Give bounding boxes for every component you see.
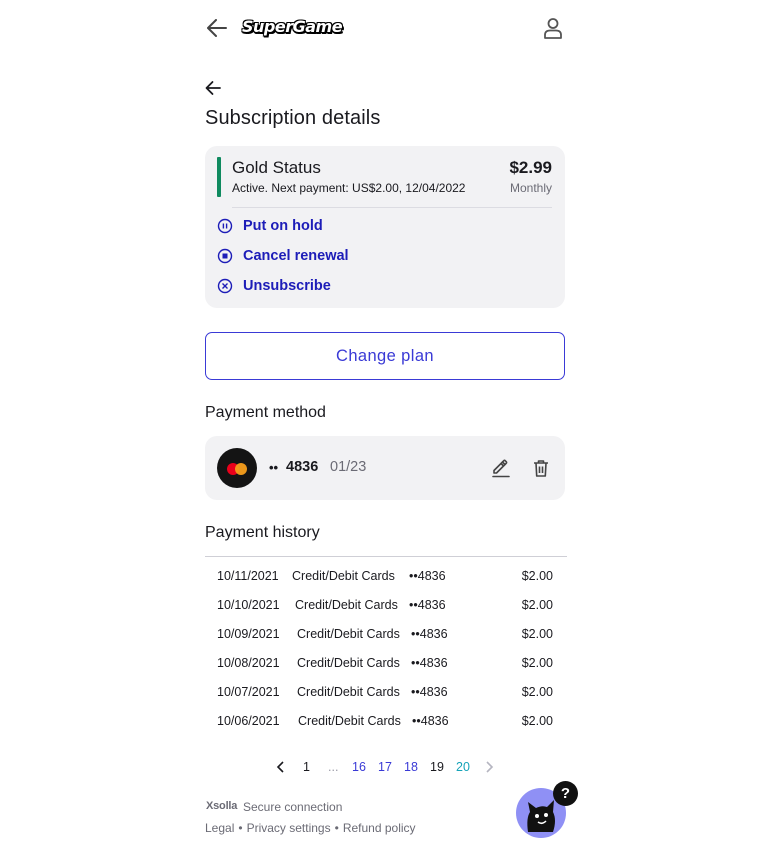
table-row: 10/08/2021 Credit/Debit Cards ••4836 $2.… <box>205 656 565 685</box>
history-method: Credit/Debit Cards <box>297 627 400 641</box>
pencil-icon <box>492 459 510 478</box>
page-back-button[interactable] <box>205 80 223 98</box>
page-title: Subscription details <box>205 107 381 129</box>
divider <box>232 207 552 208</box>
payment-history-heading: Payment history <box>205 524 320 541</box>
history-date: 10/09/2021 <box>217 627 280 641</box>
history-method: Credit/Debit Cards <box>295 598 398 612</box>
pagination-ellipsis: ... <box>328 760 339 774</box>
change-plan-button[interactable]: Change plan <box>205 332 565 380</box>
history-date: 10/10/2021 <box>217 598 280 612</box>
history-date: 10/11/2021 <box>217 569 279 583</box>
page-link[interactable]: 17 <box>378 760 392 774</box>
history-card: ••4836 <box>411 685 448 699</box>
payment-method-card: •• 4836 01/23 <box>205 436 565 500</box>
status-accent-bar <box>217 157 221 197</box>
put-on-hold-button[interactable]: Put on hold <box>217 218 323 234</box>
supergame-logo[interactable]: SuperGame <box>242 17 343 36</box>
separator: • <box>238 821 243 835</box>
history-date: 10/06/2021 <box>217 714 280 728</box>
history-amount: $2.00 <box>521 714 553 728</box>
header-back-button[interactable] <box>205 17 229 39</box>
arrow-left-icon <box>207 19 227 37</box>
history-method: Credit/Debit Cards <box>297 685 400 699</box>
payment-method-heading: Payment method <box>205 404 326 421</box>
mastercard-icon <box>217 448 257 488</box>
history-amount: $2.00 <box>521 598 553 612</box>
history-date: 10/08/2021 <box>217 656 280 670</box>
history-amount: $2.00 <box>521 627 553 641</box>
table-row: 10/11/2021 Credit/Debit Cards ••4836 $2.… <box>205 569 565 598</box>
legal-link[interactable]: Legal <box>205 821 234 835</box>
put-on-hold-label: Put on hold <box>243 218 323 234</box>
card-mask-dots: •• <box>269 460 279 475</box>
table-row: 10/10/2021 Credit/Debit Cards ••4836 $2.… <box>205 598 565 627</box>
chevron-right-icon <box>486 761 494 773</box>
history-amount: $2.00 <box>521 685 553 699</box>
table-row: 10/07/2021 Credit/Debit Cards ••4836 $2.… <box>205 685 565 714</box>
history-amount: $2.00 <box>521 569 553 583</box>
trash-icon <box>534 460 548 477</box>
divider <box>205 556 567 557</box>
history-method: Credit/Debit Cards <box>292 569 395 583</box>
history-card: ••4836 <box>409 569 446 583</box>
edit-card-button[interactable] <box>491 458 511 478</box>
history-card: ••4836 <box>412 714 449 728</box>
xsolla-logo: Xsolla <box>206 800 238 812</box>
table-row: 10/06/2021 Credit/Debit Cards ••4836 $2.… <box>205 714 565 743</box>
arrow-left-icon <box>205 81 221 95</box>
page-link[interactable]: 16 <box>352 760 366 774</box>
subscription-status: Active. Next payment: US$2.00, 12/04/202… <box>232 181 466 195</box>
secure-connection-text: Secure connection <box>243 800 343 814</box>
pause-circle-icon <box>217 218 233 234</box>
privacy-settings-link[interactable]: Privacy settings <box>247 821 331 835</box>
subscription-name: Gold Status <box>232 158 321 177</box>
page-link-first[interactable]: 1 <box>303 760 310 774</box>
history-card: ••4836 <box>409 598 446 612</box>
separator: • <box>334 821 339 835</box>
card-expiry: 01/23 <box>330 459 367 475</box>
history-amount: $2.00 <box>521 656 553 670</box>
stop-circle-icon <box>217 248 233 264</box>
profile-button[interactable] <box>541 16 565 40</box>
subscription-period: Monthly <box>509 181 552 195</box>
cancel-renewal-label: Cancel renewal <box>243 248 349 264</box>
history-card: ••4836 <box>411 627 448 641</box>
subscription-price: $2.99 <box>509 158 552 177</box>
unsubscribe-label: Unsubscribe <box>243 278 331 294</box>
refund-policy-link[interactable]: Refund policy <box>343 821 416 835</box>
page-link[interactable]: 20 <box>456 760 470 774</box>
page-link[interactable]: 18 <box>404 760 418 774</box>
pagination-prev-button[interactable] <box>276 761 286 776</box>
history-card: ••4836 <box>411 656 448 670</box>
history-method: Credit/Debit Cards <box>298 714 401 728</box>
chevron-left-icon <box>276 761 284 773</box>
footer-links: Legal • Privacy settings • Refund policy <box>205 821 416 835</box>
user-icon <box>544 18 562 39</box>
history-date: 10/07/2021 <box>217 685 280 699</box>
unsubscribe-button[interactable]: Unsubscribe <box>217 278 331 294</box>
delete-card-button[interactable] <box>531 458 551 478</box>
x-circle-icon <box>217 278 233 294</box>
history-method: Credit/Debit Cards <box>297 656 400 670</box>
cancel-renewal-button[interactable]: Cancel renewal <box>217 248 349 264</box>
table-row: 10/09/2021 Credit/Debit Cards ••4836 $2.… <box>205 627 565 656</box>
pagination-next-button[interactable] <box>484 761 494 776</box>
page-link-current: 19 <box>430 760 444 774</box>
card-last4: 4836 <box>286 459 319 475</box>
subscription-card: Gold Status Active. Next payment: US$2.0… <box>205 146 565 308</box>
help-question-badge[interactable]: ? <box>553 781 578 806</box>
